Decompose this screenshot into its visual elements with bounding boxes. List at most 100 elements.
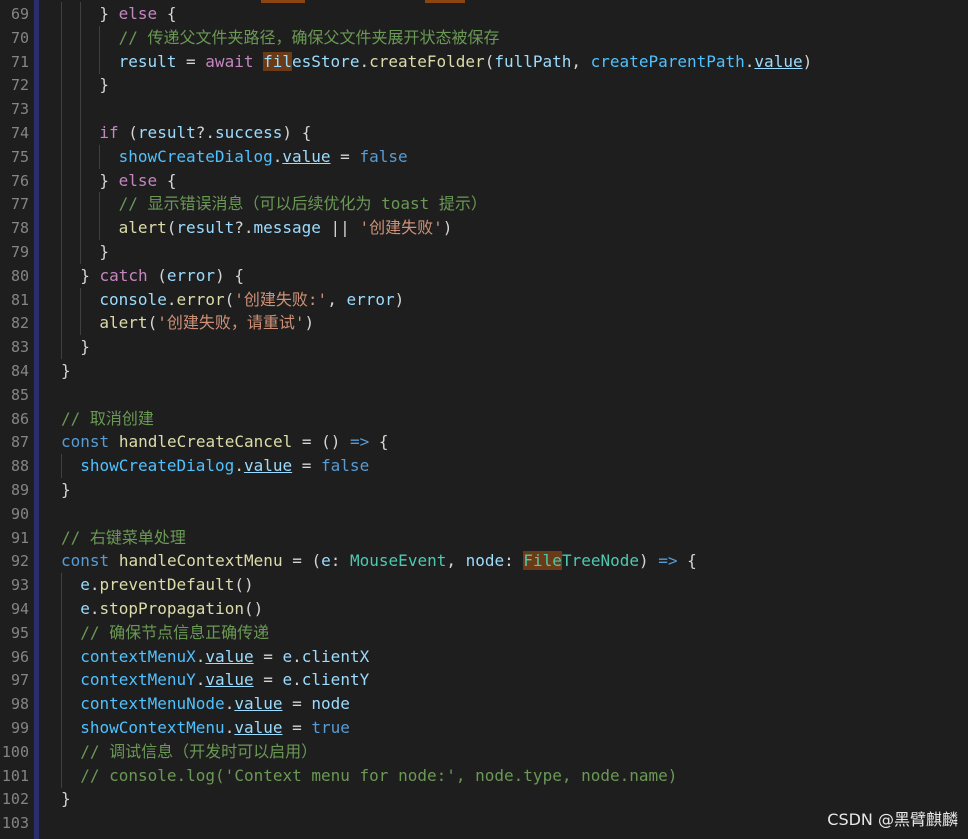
code-token: } bbox=[80, 265, 100, 285]
indent-guide bbox=[61, 311, 62, 336]
code-line[interactable]: 94 e.stopPropagation() bbox=[0, 597, 968, 621]
code-line[interactable]: 96 contextMenuX.value = e.clientX bbox=[0, 644, 968, 669]
code-text: showCreateDialog.value = false bbox=[119, 145, 408, 169]
indent-guide bbox=[61, 73, 62, 98]
code-token: . bbox=[292, 670, 302, 690]
line-number: 86 bbox=[10, 409, 29, 428]
code-token: } bbox=[61, 480, 71, 499]
code-line[interactable]: 89} bbox=[0, 478, 968, 502]
code-line[interactable]: 85 bbox=[0, 383, 968, 407]
line-number: 77 bbox=[10, 195, 29, 214]
code-line[interactable]: 78 alert(result?.message || '创建失败') bbox=[0, 216, 968, 241]
code-token: } bbox=[99, 75, 110, 95]
line-number: 70 bbox=[10, 28, 29, 47]
indent-guide bbox=[61, 25, 62, 50]
code-line[interactable]: 99 showContextMenu.value = true bbox=[0, 716, 968, 740]
code-line[interactable]: 77 // 显示错误消息（可以后续优化为 toast 提示） bbox=[0, 192, 968, 217]
code-line[interactable]: 91 // 右键菜单处理 bbox=[0, 526, 968, 550]
code-token: . bbox=[195, 646, 206, 666]
code-token: value bbox=[205, 670, 254, 690]
code-token: if bbox=[99, 123, 119, 142]
code-token: success bbox=[214, 123, 283, 142]
code-line[interactable]: 76} else { bbox=[0, 168, 968, 193]
code-token: = bbox=[253, 646, 283, 666]
code-line[interactable]: 97 contextMenuY.value = e.clientY bbox=[0, 668, 968, 693]
code-text: } else { bbox=[99, 169, 176, 193]
code-line[interactable]: 102} bbox=[0, 787, 968, 811]
code-line[interactable]: 75 showCreateDialog.value = false bbox=[0, 144, 968, 169]
code-token: ( bbox=[224, 289, 235, 309]
line-number: 100 bbox=[1, 742, 29, 761]
code-text: } catch (error) { bbox=[80, 264, 244, 288]
indent-guide bbox=[61, 121, 62, 145]
code-text: if (result?.success) { bbox=[99, 121, 311, 145]
code-token: = bbox=[176, 51, 206, 71]
code-text: e.preventDefault() bbox=[80, 573, 253, 597]
code-token: . bbox=[744, 51, 755, 71]
code-text: } bbox=[99, 73, 109, 97]
code-text: // 确保节点信息正确传递 bbox=[80, 621, 269, 645]
code-line[interactable]: 73 bbox=[0, 97, 968, 122]
code-line[interactable]: 72} bbox=[0, 73, 968, 98]
code-line[interactable]: 79} bbox=[0, 240, 968, 264]
code-line[interactable]: 84} bbox=[0, 359, 968, 383]
code-token: e bbox=[80, 599, 90, 618]
code-line[interactable]: 103 bbox=[0, 811, 968, 835]
indent-guide bbox=[61, 240, 62, 264]
code-token: true bbox=[311, 718, 350, 737]
code-line[interactable]: 71 result = await filesStore.createFolder… bbox=[0, 49, 968, 74]
code-line[interactable]: 95 // 确保节点信息正确传递 bbox=[0, 620, 968, 645]
code-token: contextMenuX bbox=[80, 646, 196, 666]
indent-guide bbox=[61, 2, 62, 26]
code-token: value bbox=[205, 646, 254, 666]
code-line[interactable]: 88 showCreateDialog.value = false bbox=[0, 454, 968, 479]
code-line[interactable]: 87 const handleCreateCancel = () => { bbox=[0, 430, 968, 454]
code-token: . bbox=[224, 694, 235, 714]
indent-guide bbox=[80, 2, 82, 26]
code-token: e bbox=[282, 670, 293, 690]
code-token: node bbox=[465, 551, 505, 571]
indent-guide bbox=[61, 192, 62, 217]
code-token: e bbox=[282, 646, 293, 666]
code-token: { bbox=[369, 432, 389, 452]
indent-guide bbox=[61, 573, 62, 598]
code-line[interactable]: 92 const handleContextMenu = (e: MouseEve… bbox=[0, 549, 968, 573]
code-token: } bbox=[61, 361, 71, 380]
code-token: error bbox=[166, 265, 216, 285]
code-line[interactable]: 93 e.preventDefault() bbox=[0, 573, 968, 598]
code-text: // 右键菜单处理 bbox=[61, 526, 186, 550]
code-token: '创建失败，请重试' bbox=[157, 313, 305, 333]
code-text: } bbox=[61, 787, 71, 811]
code-line[interactable]: 98 contextMenuNode.value = node bbox=[0, 692, 968, 717]
code-token: ( bbox=[147, 313, 158, 333]
code-text: alert('创建失败，请重试') bbox=[99, 311, 314, 335]
code-token: alert bbox=[99, 313, 148, 333]
line-number: 78 bbox=[10, 219, 29, 238]
indent-guide bbox=[61, 49, 62, 74]
code-token: catch bbox=[99, 265, 148, 285]
code-token: fullPath bbox=[494, 51, 572, 71]
code-line[interactable]: 70 // 传递父文件夹路径，确保父文件夹展开状态被保存 bbox=[0, 25, 968, 50]
code-editor[interactable]: 69} else {70// 传递父文件夹路径，确保父文件夹展开状态被保存 71 r… bbox=[0, 0, 968, 839]
code-token: ( bbox=[147, 265, 167, 285]
code-line[interactable]: 82 alert('创建失败，请重试') bbox=[0, 311, 968, 336]
code-token: . bbox=[195, 670, 206, 690]
code-token: => bbox=[350, 432, 370, 452]
code-token: handleContextMenu bbox=[118, 551, 283, 571]
code-line[interactable]: 81 console.error('创建失败:', error) bbox=[0, 287, 968, 312]
code-token: ( bbox=[166, 218, 177, 238]
code-line[interactable]: 80} catch (error) { bbox=[0, 263, 968, 288]
code-line[interactable]: 83} bbox=[0, 335, 968, 360]
code-line[interactable]: 90 bbox=[0, 502, 968, 526]
code-text: result = await filesStore.createFolder(f… bbox=[119, 50, 812, 74]
code-line[interactable]: 86 // 取消创建 bbox=[0, 407, 968, 431]
code-line[interactable]: 100 // 调试信息（开发时可以启用） bbox=[0, 739, 968, 764]
indent-guide bbox=[61, 454, 62, 479]
code-token: showCreateDialog bbox=[118, 146, 273, 166]
code-token: value bbox=[234, 694, 283, 714]
code-line[interactable]: 69} else { bbox=[0, 2, 968, 26]
code-line[interactable]: 101 // console.log('Context menu for node… bbox=[0, 763, 968, 788]
line-number: 75 bbox=[10, 147, 29, 166]
code-text: } bbox=[61, 478, 71, 502]
code-line[interactable]: 74 if (result?.success) { bbox=[0, 121, 968, 145]
